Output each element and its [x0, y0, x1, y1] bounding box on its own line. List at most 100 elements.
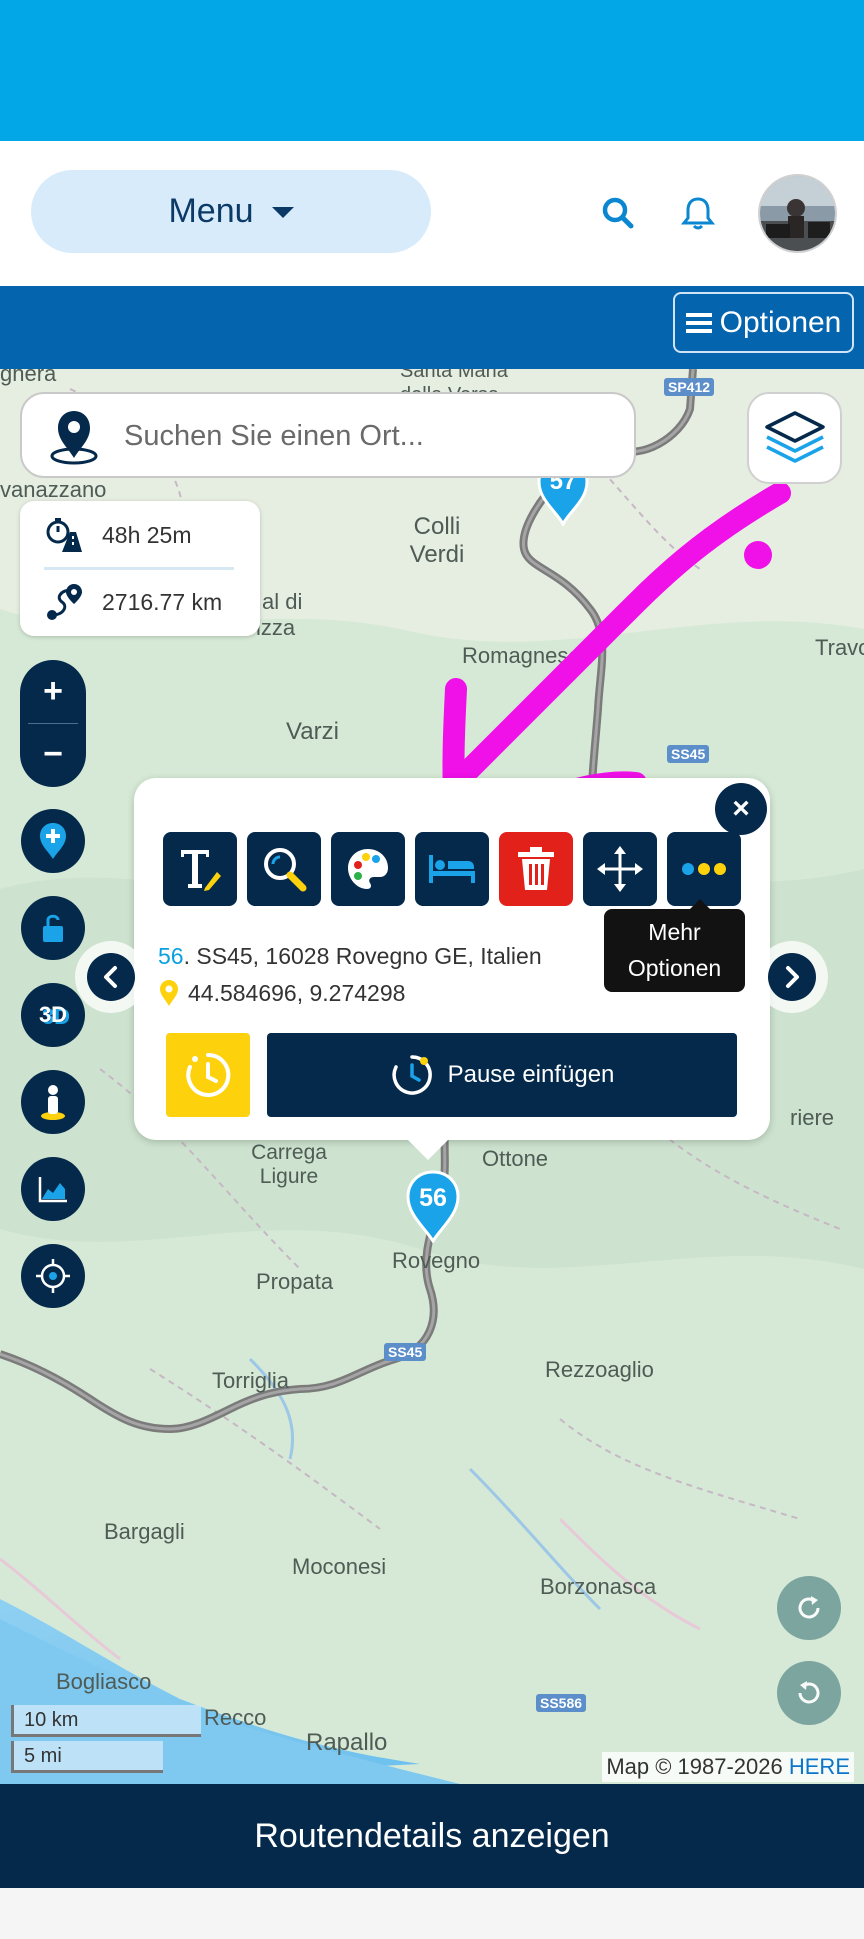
- map-label: Rovegno: [392, 1248, 481, 1273]
- search-icon[interactable]: [598, 193, 638, 233]
- street-view-button[interactable]: [21, 1070, 85, 1134]
- map-label: ghera: [0, 369, 57, 386]
- avatar[interactable]: [758, 174, 837, 253]
- route-details-label: Routendetails anzeigen: [254, 1816, 610, 1855]
- layers-icon: [764, 411, 825, 463]
- move-waypoint-button[interactable]: [583, 832, 657, 906]
- close-popup-button[interactable]: ×: [715, 783, 767, 835]
- insert-pause-button[interactable]: Pause einfügen: [267, 1033, 737, 1117]
- here-link[interactable]: HERE: [789, 1754, 850, 1779]
- map-label: Varzi: [286, 718, 339, 745]
- unlock-button[interactable]: [21, 896, 85, 960]
- stat-divider: [44, 567, 234, 570]
- search-input[interactable]: [122, 412, 626, 460]
- map-label: Ottone: [482, 1146, 549, 1171]
- caret-down-icon: [271, 207, 294, 218]
- move-arrows-icon: [597, 846, 643, 892]
- person-pin-icon: [41, 1085, 65, 1120]
- scale-mi: 5 mi: [11, 1741, 163, 1773]
- route-distance-icon: [47, 584, 82, 620]
- pause-label: Pause einfügen: [447, 1061, 615, 1088]
- elevation-chart-icon: [38, 1177, 67, 1203]
- waypoint-number: 56: [419, 1184, 447, 1212]
- stopwatch-road-icon: [46, 518, 82, 552]
- hamburger-icon: [685, 312, 712, 333]
- crosshair-icon: [36, 1259, 70, 1293]
- 3d-view-button[interactable]: 3D: [21, 983, 85, 1047]
- scale-km: 10 km: [11, 1705, 201, 1737]
- add-pin-icon: [40, 823, 66, 859]
- delete-waypoint-button[interactable]: [499, 832, 573, 906]
- map-label: Torriglia: [212, 1368, 290, 1393]
- menu-button-label: Menu: [168, 192, 254, 230]
- set-time-button[interactable]: [166, 1033, 250, 1117]
- attribution-text: Map © 1987-2026: [606, 1754, 789, 1779]
- waypoint-marker-56[interactable]: 56: [404, 1169, 462, 1248]
- nav-bar-spacer: [0, 1888, 864, 1939]
- status-bar: [0, 0, 864, 141]
- waypoint-address: 56. SS45, 16028 Rovegno GE, Italien: [158, 943, 542, 970]
- map-label: Rezzoaglio: [545, 1357, 654, 1382]
- unlock-icon: [43, 914, 63, 942]
- undo-button[interactable]: [777, 1661, 841, 1725]
- address-text: . SS45, 16028 Rovegno GE, Italien: [183, 943, 542, 969]
- previous-waypoint-button[interactable]: [75, 941, 147, 1013]
- zoom-in-button[interactable]: +: [20, 660, 86, 723]
- map-label: Travo: [815, 635, 864, 660]
- stat-distance: 2716.77 km: [44, 582, 222, 622]
- map-label: Borzonasca: [540, 1574, 657, 1599]
- more-dots-icon: [682, 863, 726, 875]
- zoom-to-waypoint-button[interactable]: [247, 832, 321, 906]
- road-shield: SS586: [536, 1694, 587, 1712]
- trash-icon: [518, 847, 554, 890]
- menu-button[interactable]: Menu: [31, 170, 431, 253]
- chevron-right-icon: [786, 966, 799, 988]
- more-options-tooltip: Mehr Optionen: [604, 909, 745, 992]
- color-button[interactable]: [331, 832, 405, 906]
- map-label: riere: [790, 1105, 835, 1130]
- edit-text-button[interactable]: [163, 832, 237, 906]
- layers-button[interactable]: [747, 392, 842, 484]
- more-options-button[interactable]: [667, 832, 741, 906]
- waypoint-coordinates: 44.584696, 9.274298: [158, 979, 405, 1007]
- bed-icon: [429, 855, 475, 883]
- next-waypoint-button[interactable]: [756, 941, 828, 1013]
- road-shield: SS45: [667, 745, 710, 763]
- overnight-stay-button[interactable]: [415, 832, 489, 906]
- redo-button[interactable]: [777, 1576, 841, 1640]
- map-label: al di: [262, 589, 303, 614]
- map-label: Recco: [204, 1705, 267, 1730]
- search-bar[interactable]: [20, 392, 636, 478]
- map-label: Propata: [256, 1269, 334, 1294]
- show-route-details-button[interactable]: Routendetails anzeigen: [0, 1784, 864, 1888]
- road-shield: SS45: [384, 1343, 427, 1361]
- map-label: Moconesi: [292, 1554, 387, 1579]
- map-label: Romagnese: [462, 643, 581, 668]
- undo-icon: [798, 1681, 820, 1704]
- add-waypoint-button[interactable]: [21, 809, 85, 873]
- redo-icon: [798, 1596, 820, 1619]
- timer-icon: [186, 1052, 231, 1097]
- map-label: Colli Verdi: [409, 513, 465, 568]
- duration-value: 48h 25m: [102, 521, 192, 548]
- locate-me-button[interactable]: [21, 1244, 85, 1308]
- pause-timer-icon: [392, 1055, 432, 1095]
- tooltip-arrow: [690, 899, 710, 909]
- distance-value: 2716.77 km: [102, 588, 223, 615]
- coordinates-text: 44.584696, 9.274298: [188, 979, 406, 1006]
- location-pin-icon: [160, 980, 178, 1006]
- bell-icon[interactable]: [678, 193, 718, 233]
- map-label: Bogliasco: [56, 1669, 152, 1694]
- map-label: Rapallo: [306, 1729, 388, 1756]
- zoom-control: + −: [20, 660, 86, 787]
- stat-duration: 48h 25m: [44, 516, 192, 554]
- address-number: 56: [158, 943, 184, 969]
- map-attribution: Map © 1987-2026 HERE: [602, 1752, 854, 1782]
- magnifier-icon: [264, 848, 307, 892]
- elevation-profile-button[interactable]: [21, 1157, 85, 1221]
- zoom-out-button[interactable]: −: [20, 723, 86, 786]
- options-button[interactable]: Optionen: [673, 292, 854, 353]
- text-edit-icon: [181, 850, 221, 891]
- options-button-label: Optionen: [719, 305, 842, 339]
- 3d-label: 3D: [38, 1002, 68, 1027]
